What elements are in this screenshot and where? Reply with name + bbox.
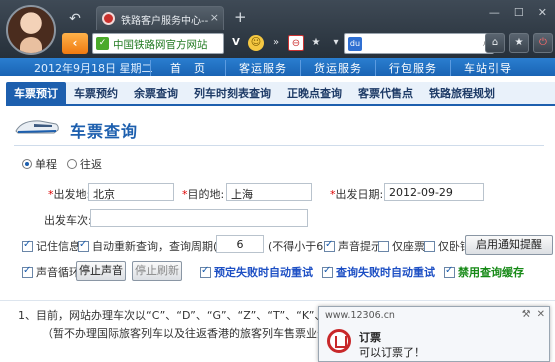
address-toolbar: ‹ ✓ 中国铁路网官方网站 V ☺ » ⊖ ★ ▾ ↻ du ⌕ ⌂ ★ ⏻	[62, 33, 553, 55]
enable-notification-button[interactable]: 启用通知提醒	[465, 235, 553, 255]
star-icon[interactable]: ★	[308, 35, 324, 51]
site-top-bar: 2012年9月18日 星期二 首 页 客运服务 货运服务 行包服务 车站引导	[0, 58, 555, 76]
top-nav: 首 页 客运服务 货运服务 行包服务 车站引导	[150, 60, 525, 76]
from-label: *出发地:	[48, 188, 91, 201]
settings-wrench-icon[interactable]: ⚒	[522, 309, 531, 320]
more-icon[interactable]: »	[268, 35, 284, 51]
close-window-icon[interactable]: ✕	[538, 6, 547, 19]
smiley-icon[interactable]: ☺	[248, 35, 264, 51]
current-date: 2012年9月18日 星期二	[34, 62, 153, 75]
back-arrow-icon[interactable]: ↶	[66, 10, 84, 28]
tab-journey-planner[interactable]: 铁路旅程规划	[421, 82, 503, 104]
security-shield-icon: ✓	[96, 37, 109, 50]
verified-v-icon[interactable]: V	[228, 35, 244, 51]
auto-requery-checkbox[interactable]: 自动重新查询，查询周期(S):	[78, 238, 232, 254]
checkbox-checked-icon[interactable]	[200, 265, 211, 278]
seats-only-checkbox[interactable]: 仅座票	[378, 238, 425, 254]
page-title: 车票查询	[70, 122, 139, 141]
train-number-input[interactable]	[90, 209, 308, 227]
minimize-icon[interactable]: —	[489, 6, 500, 19]
bullet-train-icon	[15, 120, 59, 134]
ad-block-icon[interactable]: ⊖	[288, 35, 304, 51]
top-nav-home[interactable]: 首 页	[150, 60, 225, 76]
top-nav-passenger[interactable]: 客运服务	[225, 60, 300, 76]
checkbox-checked-icon[interactable]	[324, 239, 335, 252]
checkbox-checked-icon[interactable]	[22, 265, 33, 278]
tab-timetable[interactable]: 列车时刻表查询	[186, 82, 279, 104]
address-bar[interactable]: ✓ 中国铁路网官方网站	[92, 33, 224, 54]
close-tab-icon[interactable]: ×	[210, 11, 219, 24]
notice-line-2: （暂不办理国际旅客列车以及往返香港的旅客列车售票业务）	[42, 327, 339, 340]
back-button[interactable]: ‹	[62, 33, 88, 54]
checkbox-empty-icon[interactable]	[424, 241, 435, 252]
query-fail-retry-checkbox[interactable]: 查询失败时自动重试	[322, 264, 435, 280]
search-input[interactable]: du ⌕	[344, 33, 494, 54]
favorite-star-icon[interactable]: ★	[509, 33, 529, 53]
one-way-radio[interactable]: 单程	[22, 156, 57, 172]
loop-sound-checkbox[interactable]: 声音循环	[22, 264, 80, 280]
tab-title: 铁路客户服务中心--	[121, 16, 209, 27]
notification-title: 订票	[359, 331, 381, 344]
radio-empty-icon[interactable]	[67, 159, 77, 169]
tab-remaining-tickets[interactable]: 余票查询	[126, 82, 186, 104]
address-text: 中国铁路网官方网站	[113, 39, 208, 51]
toolbar-right: ⌂ ★ ⏻	[485, 33, 553, 53]
close-notification-icon[interactable]: ✕	[537, 309, 545, 320]
user-avatar[interactable]	[6, 5, 56, 55]
period-hint: (不得小于6)	[268, 240, 328, 253]
tab-delay-query[interactable]: 正晚点查询	[279, 82, 350, 104]
stop-refresh-button[interactable]: 停止刷新	[132, 261, 182, 281]
railway-favicon-icon	[102, 12, 115, 25]
window-controls: — ☐ ✕	[489, 6, 547, 19]
checkbox-checked-icon[interactable]	[444, 265, 455, 278]
to-label: *目的地:	[182, 188, 225, 201]
tab-ticket-booking[interactable]: 车票预订	[6, 82, 66, 104]
round-trip-radio[interactable]: 往返	[67, 156, 102, 172]
power-icon[interactable]: ⏻	[533, 33, 553, 53]
remember-info-checkbox[interactable]: 记住信息	[22, 238, 80, 254]
sub-nav: 车票预订 车票预约 余票查询 列车时刻表查询 正晚点查询 客票代售点 铁路旅程规…	[6, 82, 555, 106]
notification-site: www.12306.cn	[325, 310, 395, 321]
disable-cache-checkbox[interactable]: 禁用查询缓存	[444, 264, 524, 280]
date-label: *出发日期:	[330, 188, 384, 201]
trip-type: 单程 往返	[22, 156, 102, 172]
dropdown-icon[interactable]: ▾	[328, 35, 344, 51]
train-number-label: 出发车次:	[44, 214, 92, 227]
checkbox-empty-icon[interactable]	[378, 241, 389, 252]
maximize-icon[interactable]: ☐	[514, 6, 524, 19]
top-nav-station-guide[interactable]: 车站引导	[450, 60, 525, 76]
departure-date-input[interactable]: 2012-09-29	[384, 183, 484, 201]
notification-message: 可以订票了！	[359, 346, 425, 359]
to-station-input[interactable]: 上海	[226, 183, 312, 201]
browser-chrome: ↶ 铁路客户服务中心-- × + — ☐ ✕ ‹ ✓ 中国铁路网官方网站 V ☺…	[0, 0, 555, 58]
sound-alert-checkbox[interactable]: 声音提示	[324, 238, 382, 254]
notification-tools: ⚒ ✕	[522, 309, 545, 320]
from-station-input[interactable]: 北京	[88, 183, 174, 201]
top-nav-luggage[interactable]: 行包服务	[375, 60, 450, 76]
book-fail-retry-checkbox[interactable]: 预定失败时自动重试	[200, 264, 313, 280]
home-icon[interactable]: ⌂	[485, 33, 505, 53]
tab-ticket-reservation[interactable]: 车票预约	[66, 82, 126, 104]
radio-selected-icon[interactable]	[22, 159, 32, 169]
stop-sound-button[interactable]: 停止声音	[76, 261, 126, 281]
top-nav-freight[interactable]: 货运服务	[300, 60, 375, 76]
railway-logo-icon	[327, 329, 351, 353]
new-tab-button[interactable]: +	[234, 8, 247, 26]
section-heading: 车票查询	[14, 114, 544, 146]
notification-popup[interactable]: www.12306.cn ⚒ ✕ 订票 可以订票了！	[318, 306, 550, 362]
browser-tab[interactable]: 铁路客户服务中心-- ×	[96, 6, 224, 30]
checkbox-checked-icon[interactable]	[22, 239, 33, 252]
checkbox-checked-icon[interactable]	[78, 239, 89, 252]
query-period-input[interactable]: 6	[216, 235, 264, 253]
tab-agency-points[interactable]: 客票代售点	[350, 82, 421, 104]
search-engine-icon[interactable]: du	[348, 37, 362, 51]
sleepers-only-checkbox[interactable]: 仅卧铺	[424, 238, 471, 254]
checkbox-checked-icon[interactable]	[322, 265, 333, 278]
